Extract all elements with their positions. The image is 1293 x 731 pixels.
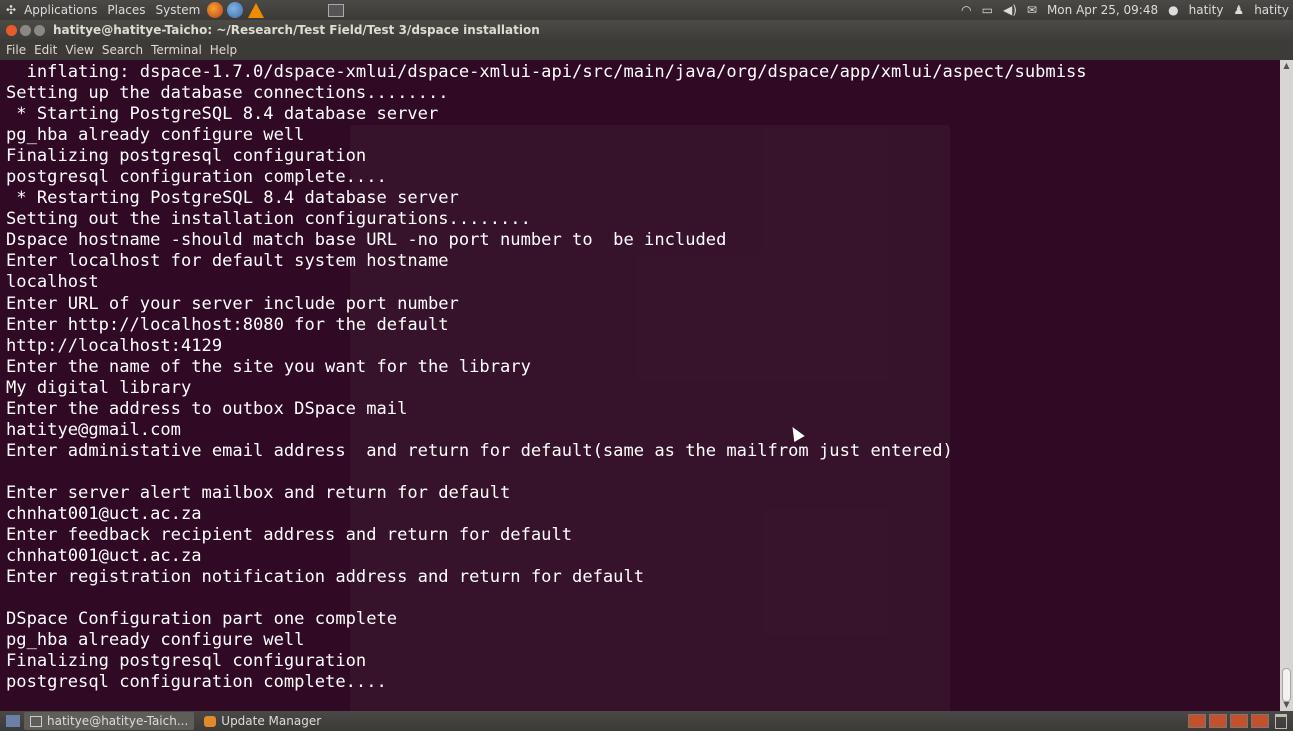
trash-icon[interactable]: [1275, 713, 1287, 729]
terminal-line: inflating: dspace-1.7.0/dspace-xmlui/dsp…: [6, 62, 1087, 82]
mail-icon[interactable]: ✉: [1027, 0, 1037, 20]
gnome-foot-icon[interactable]: ✣: [0, 0, 19, 20]
terminal-line: chnhat001@uct.ac.za: [6, 503, 202, 524]
terminal-line: Enter http://localhost:8080 for the defa…: [6, 314, 449, 335]
taskbar-terminal-label: hatitye@hatitye-Taich...: [47, 714, 189, 728]
menu-help[interactable]: Help: [206, 40, 241, 60]
terminal-lines: inflating: dspace-1.7.0/dspace-xmlui/dsp…: [6, 62, 1087, 693]
firefox-icon[interactable]: [207, 2, 224, 18]
terminal-menubar: File Edit View Search Terminal Help: [0, 40, 1293, 60]
taskbar-update-manager[interactable]: Update Manager: [198, 712, 327, 730]
terminal-line: Dspace hostname -should match base URL -…: [6, 230, 727, 251]
terminal-line: Enter localhost for default system hostn…: [6, 251, 449, 272]
workspace-switcher: [1185, 713, 1293, 729]
vlc-icon[interactable]: [248, 2, 265, 18]
menu-view[interactable]: View: [61, 40, 97, 60]
wifi-icon[interactable]: ◠: [961, 0, 971, 20]
terminal-output[interactable]: inflating: dspace-1.7.0/dspace-xmlui/dsp…: [0, 60, 1280, 711]
scroll-up-icon[interactable]: ▲: [1280, 60, 1293, 72]
terminal-line: Enter URL of your server include port nu…: [6, 293, 459, 314]
terminal-line: localhost: [6, 272, 99, 293]
user-name[interactable]: hatity: [1189, 0, 1224, 20]
maximize-window-button[interactable]: [34, 24, 45, 36]
terminal-line: Enter feedback recipient address and ret…: [6, 525, 573, 546]
terminal-window: hatitye@hatitye-Taicho: ~/Research/Test …: [0, 20, 1293, 711]
terminal-line: Setting out the installation configurati…: [6, 209, 531, 230]
menu-edit[interactable]: Edit: [30, 40, 61, 60]
pidgin-icon[interactable]: [227, 2, 244, 18]
minimize-window-button[interactable]: [20, 24, 31, 36]
panel-tray: ◠ ▭ ◀) ✉ Mon Apr 25, 09:48 ● hatity ♟ ha…: [961, 0, 1293, 20]
terminal-line: Finalizing postgresql configuration: [6, 651, 367, 672]
window-title: hatitye@hatitye-Taicho: ~/Research/Test …: [53, 23, 540, 37]
terminal-line: Enter administative email address and re…: [6, 440, 953, 461]
update-manager-icon: [204, 715, 217, 727]
terminal-line: pg_hba already configure well: [6, 630, 305, 651]
workspace-1[interactable]: [1188, 714, 1206, 728]
menu-search[interactable]: Search: [98, 40, 147, 60]
terminal-line: postgresql configuration complete....: [6, 672, 387, 693]
scroll-thumb[interactable]: [1282, 668, 1291, 702]
window-titlebar[interactable]: hatitye@hatitye-Taicho: ~/Research/Test …: [0, 20, 1293, 40]
terminal-line: Enter the name of the site you want for …: [6, 356, 531, 377]
terminal-line: hatitye@gmail.com: [6, 419, 181, 440]
volume-icon[interactable]: ◀): [1003, 0, 1017, 20]
panel-menus: ✣ Applications Places System: [0, 0, 345, 20]
terminal-line: Enter the address to outbox DSpace mail: [6, 398, 408, 419]
bottom-panel: hatitye@hatitye-Taich... Update Manager: [0, 711, 1293, 731]
taskbar-terminal[interactable]: hatitye@hatitye-Taich...: [24, 712, 195, 730]
terminal-line: My digital library: [6, 377, 192, 398]
applications-menu[interactable]: Applications: [19, 0, 102, 20]
workspace-2[interactable]: [1209, 714, 1227, 728]
clock[interactable]: Mon Apr 25, 09:48: [1047, 0, 1158, 20]
terminal-line: * Restarting PostgreSQL 8.4 database ser…: [6, 188, 459, 209]
terminal-line: http://localhost:4129: [6, 335, 223, 356]
places-menu[interactable]: Places: [102, 0, 150, 20]
terminal-line: * Starting PostgreSQL 8.4 database serve…: [6, 104, 439, 125]
show-desktop-icon[interactable]: [6, 715, 20, 727]
system-menu[interactable]: System: [151, 0, 206, 20]
terminal-icon: [30, 715, 42, 727]
terminal-line: Enter registration notification address …: [6, 567, 645, 588]
terminal-launcher-icon[interactable]: [328, 3, 345, 17]
battery-icon[interactable]: ▭: [982, 0, 993, 20]
user-switcher-icon[interactable]: ♟: [1233, 0, 1244, 20]
user-status-icon[interactable]: ●: [1168, 0, 1178, 20]
scroll-down-icon[interactable]: ▼: [1280, 699, 1293, 711]
terminal-line: Setting up the database connections.....…: [6, 83, 449, 104]
terminal-line: DSpace Configuration part one complete: [6, 609, 398, 630]
workspace-3[interactable]: [1230, 714, 1248, 728]
terminal-line: Finalizing postgresql configuration: [6, 146, 367, 167]
workspace-4[interactable]: [1251, 714, 1269, 728]
terminal-line: Enter server alert mailbox and return fo…: [6, 482, 511, 503]
menu-file[interactable]: File: [2, 40, 30, 60]
close-window-button[interactable]: [6, 24, 17, 36]
terminal-line: pg_hba already configure well: [6, 125, 305, 146]
terminal-line: postgresql configuration complete....: [6, 167, 387, 188]
top-panel: ✣ Applications Places System ◠ ▭ ◀) ✉ Mo…: [0, 0, 1293, 20]
taskbar-update-manager-label: Update Manager: [221, 714, 322, 728]
terminal-scrollbar[interactable]: ▲ ▼: [1280, 60, 1293, 711]
menu-terminal[interactable]: Terminal: [147, 40, 206, 60]
user-name-2[interactable]: hatity: [1254, 0, 1289, 20]
terminal-line: chnhat001@uct.ac.za: [6, 546, 202, 567]
